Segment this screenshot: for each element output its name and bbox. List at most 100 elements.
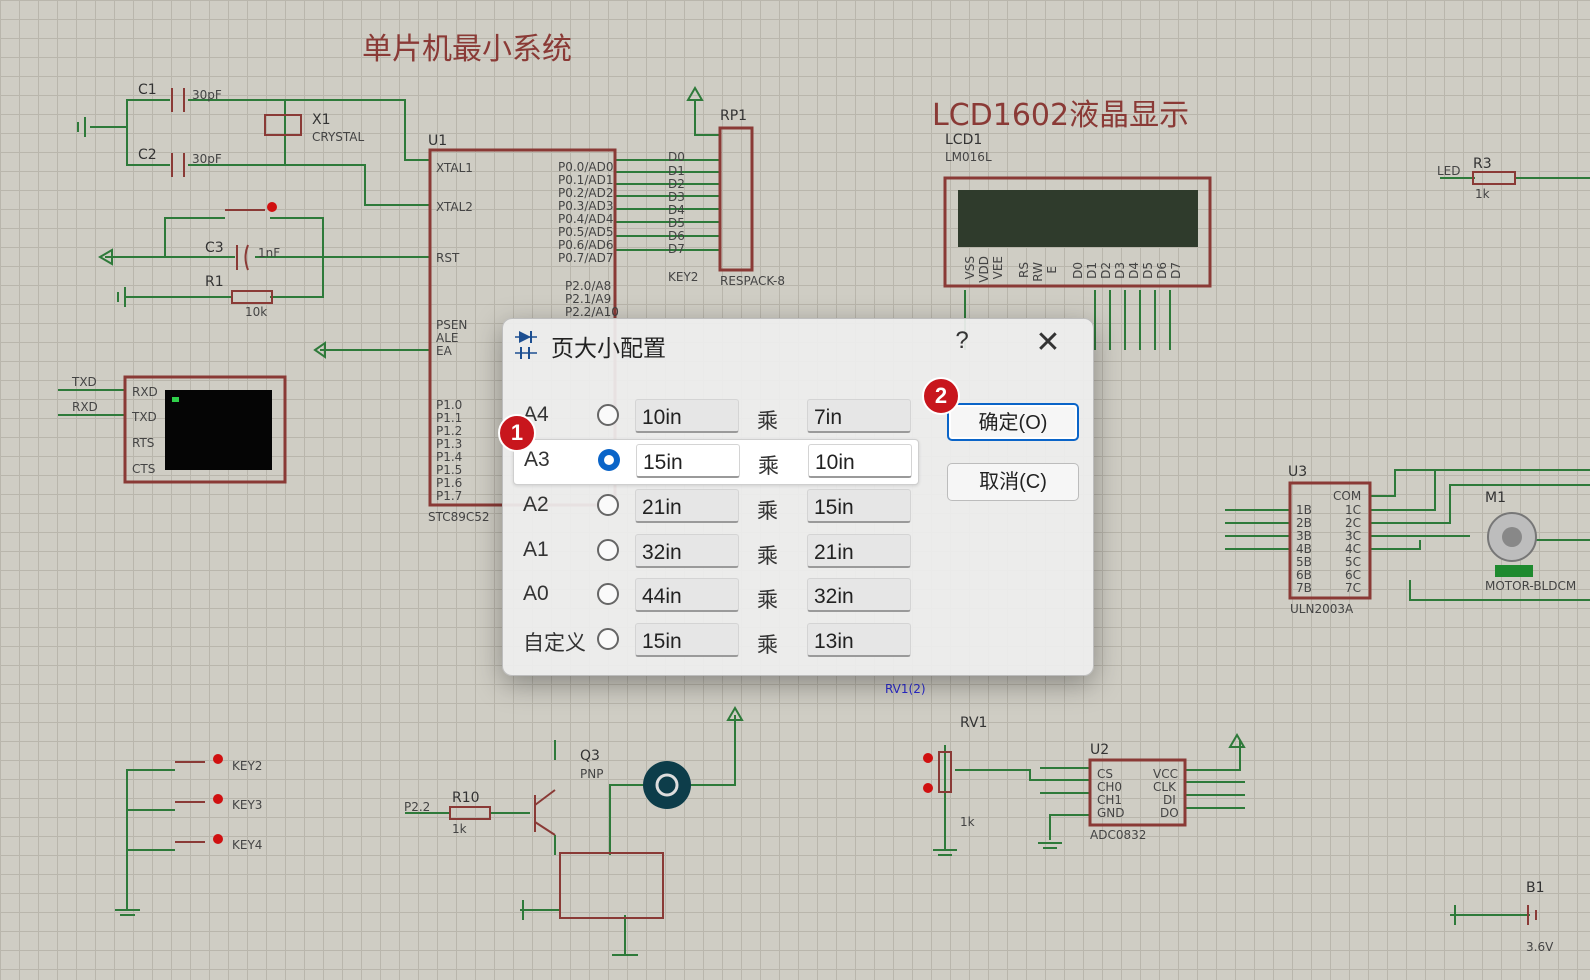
width-field-a3[interactable]: 15in bbox=[636, 444, 740, 478]
terminal-pin-rxd: RXD bbox=[132, 385, 158, 399]
height-field-a4[interactable]: 7in bbox=[807, 399, 911, 433]
height-field-a0[interactable]: 32in bbox=[807, 578, 911, 612]
ok-button[interactable]: 确定(O) bbox=[947, 403, 1079, 441]
u1-pin-p17: P1.7 bbox=[436, 489, 463, 503]
u2-pin-di: DI bbox=[1163, 793, 1176, 807]
bus-d4: D4 bbox=[668, 203, 685, 217]
p22-net: P2.2 bbox=[404, 800, 431, 814]
lcd-pin-d4: D4 bbox=[1127, 262, 1141, 279]
size-label-a3: A3 bbox=[524, 448, 550, 471]
height-field-custom[interactable]: 13in bbox=[807, 623, 911, 657]
close-button[interactable]: ✕ bbox=[1031, 325, 1065, 360]
rv1-probe: RV1(2) bbox=[885, 682, 926, 696]
size-row-a1[interactable]: A1 32in 乘 21in bbox=[513, 530, 917, 574]
r3-value: 1k bbox=[1475, 187, 1490, 201]
width-field-custom[interactable]: 15in bbox=[635, 623, 739, 657]
height-field-a2[interactable]: 15in bbox=[807, 489, 911, 523]
u1-pin-p06: P0.6/AD6 bbox=[558, 238, 614, 252]
lcd-pin-d2: D2 bbox=[1099, 262, 1113, 279]
help-button[interactable]: ? bbox=[947, 327, 977, 355]
size-row-a2[interactable]: A2 21in 乘 15in bbox=[513, 485, 917, 529]
times-label: 乘 bbox=[758, 455, 779, 478]
width-field-a2[interactable]: 21in bbox=[635, 489, 739, 523]
u2-pin-vcc: VCC bbox=[1153, 767, 1178, 781]
u1-label: U1 bbox=[428, 133, 448, 149]
u1-pin-psen: PSEN bbox=[436, 318, 468, 332]
m1-part: MOTOR-BLDCM bbox=[1485, 579, 1577, 593]
width-field-a4[interactable]: 10in bbox=[635, 399, 739, 433]
r1-value: 10k bbox=[245, 305, 268, 319]
radio-a2[interactable] bbox=[597, 494, 619, 516]
size-row-a0[interactable]: A0 44in 乘 32in bbox=[513, 574, 917, 618]
u1-pin-ea: EA bbox=[436, 344, 452, 358]
width-field-a1[interactable]: 32in bbox=[635, 534, 739, 568]
mcu-section-title: 单片机最小系统 bbox=[362, 32, 572, 67]
page-size-dialog: 页大小配置 ? ✕ A4 10in 乘 7in A3 15in 乘 10in A… bbox=[502, 318, 1094, 676]
x1-value: CRYSTAL bbox=[312, 130, 365, 144]
r3-label: R3 bbox=[1473, 156, 1492, 172]
lcd-pin-d1: D1 bbox=[1085, 262, 1099, 279]
cancel-button[interactable]: 取消(C) bbox=[947, 463, 1079, 501]
u3-out-7c: 7C bbox=[1345, 581, 1362, 595]
bus-d3: D3 bbox=[668, 190, 685, 204]
bus-d5: D5 bbox=[668, 216, 685, 230]
size-row-a3[interactable]: A3 15in 乘 10in bbox=[513, 439, 919, 485]
height-field-a3[interactable]: 10in bbox=[808, 444, 912, 478]
u3-part: ULN2003A bbox=[1290, 602, 1354, 616]
bus-d6: D6 bbox=[668, 229, 685, 243]
radio-custom[interactable] bbox=[597, 628, 619, 650]
u3-out-3c: 3C bbox=[1345, 529, 1362, 543]
size-label-a0: A0 bbox=[523, 582, 549, 605]
size-label-a1: A1 bbox=[523, 538, 549, 561]
bus-d2: D2 bbox=[668, 177, 685, 191]
step-badge-2: 2 bbox=[922, 377, 960, 415]
u3-out-com: COM bbox=[1333, 489, 1362, 503]
lcd-pin-vee: VEE bbox=[991, 256, 1005, 280]
lcd-pin-e: E bbox=[1045, 266, 1059, 274]
u1-pin-p02: P0.2/AD2 bbox=[558, 186, 614, 200]
lcd1-part: LM016L bbox=[945, 150, 992, 164]
u1-part: STC89C52 bbox=[428, 510, 490, 524]
times-label: 乘 bbox=[757, 589, 778, 612]
lcd-pin-rw: RW bbox=[1031, 262, 1045, 282]
rp1-label: RP1 bbox=[720, 108, 748, 124]
r10-value: 1k bbox=[452, 822, 467, 836]
rv1-value: 1k bbox=[960, 815, 975, 829]
times-label: 乘 bbox=[757, 410, 778, 433]
u1-pin-p10: P1.0 bbox=[436, 398, 463, 412]
u3-in-7b: 7B bbox=[1296, 581, 1312, 595]
step-badge-1: 1 bbox=[498, 414, 536, 452]
u3-label: U3 bbox=[1288, 464, 1308, 480]
c1-label: C1 bbox=[138, 82, 157, 98]
radio-a1[interactable] bbox=[597, 539, 619, 561]
u3-out-6c: 6C bbox=[1345, 568, 1362, 582]
size-row-a4[interactable]: A4 10in 乘 7in bbox=[513, 395, 917, 439]
u1-pin-p05: P0.5/AD5 bbox=[558, 225, 614, 239]
u3-in-4b: 4B bbox=[1296, 542, 1312, 556]
u2-pin-cs: CS bbox=[1097, 767, 1113, 781]
u2-pin-ch0: CH0 bbox=[1097, 780, 1123, 794]
size-row-custom[interactable]: 自定义 15in 乘 13in bbox=[513, 619, 917, 663]
u1-pin-p22: P2.2/A10 bbox=[565, 305, 619, 319]
width-field-a0[interactable]: 44in bbox=[635, 578, 739, 612]
u1-pin-p16: P1.6 bbox=[436, 476, 463, 490]
bus-d1: D1 bbox=[668, 164, 685, 178]
c2-label: C2 bbox=[138, 147, 157, 163]
u2-pin-ch1: CH1 bbox=[1097, 793, 1123, 807]
terminal-pin-txd: TXD bbox=[132, 410, 157, 424]
b1-value: 3.6V bbox=[1526, 940, 1554, 954]
rv1-label: RV1 bbox=[960, 715, 988, 731]
txd-net: TXD bbox=[72, 375, 97, 389]
m1-label: M1 bbox=[1485, 490, 1506, 506]
u3-in-3b: 3B bbox=[1296, 529, 1312, 543]
u2-part: ADC0832 bbox=[1090, 828, 1147, 842]
dialog-title: 页大小配置 bbox=[551, 335, 666, 361]
u3-in-1b: 1B bbox=[1296, 503, 1312, 517]
radio-a3[interactable] bbox=[598, 449, 620, 471]
u2-pin-clk: CLK bbox=[1153, 780, 1176, 794]
lcd-pin-d5: D5 bbox=[1141, 262, 1155, 279]
radio-a4[interactable] bbox=[597, 404, 619, 426]
height-field-a1[interactable]: 21in bbox=[807, 534, 911, 568]
radio-a0[interactable] bbox=[597, 583, 619, 605]
size-label-custom: 自定义 bbox=[523, 632, 586, 655]
